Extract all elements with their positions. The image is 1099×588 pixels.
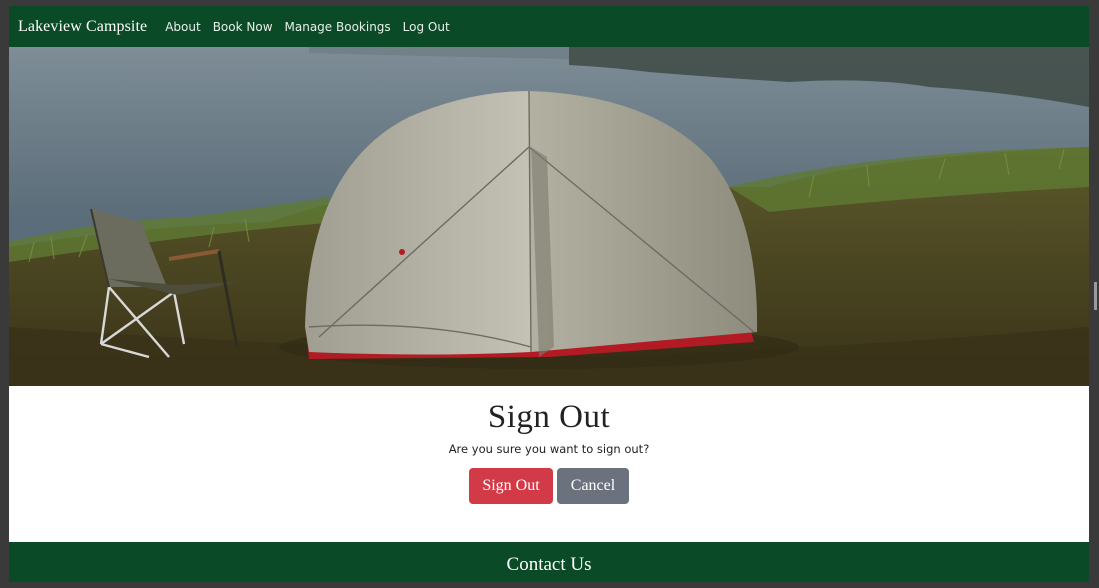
hero-image bbox=[9, 47, 1089, 386]
footer: Contact Us bbox=[9, 542, 1089, 582]
nav-link-about[interactable]: About bbox=[165, 20, 200, 34]
signout-message: Are you sure you want to sign out? bbox=[448, 442, 650, 456]
scrollbar-thumb[interactable] bbox=[1094, 282, 1097, 310]
page-frame: Lakeview Campsite About Book Now Manage … bbox=[9, 6, 1089, 582]
signout-actions: Sign Out Cancel bbox=[9, 468, 1089, 504]
nav-link-manage-bookings[interactable]: Manage Bookings bbox=[285, 20, 391, 34]
navbar: Lakeview Campsite About Book Now Manage … bbox=[9, 6, 1089, 47]
brand-link[interactable]: Lakeview Campsite bbox=[18, 18, 147, 36]
page-title: Sign Out bbox=[487, 399, 611, 435]
nav-link-log-out[interactable]: Log Out bbox=[403, 20, 450, 34]
nav-link-book-now[interactable]: Book Now bbox=[213, 20, 273, 34]
signout-section: Sign Out Are you sure you want to sign o… bbox=[9, 386, 1089, 542]
cancel-button[interactable]: Cancel bbox=[557, 468, 629, 504]
footer-heading: Contact Us bbox=[506, 554, 592, 575]
sign-out-button[interactable]: Sign Out bbox=[469, 468, 553, 504]
